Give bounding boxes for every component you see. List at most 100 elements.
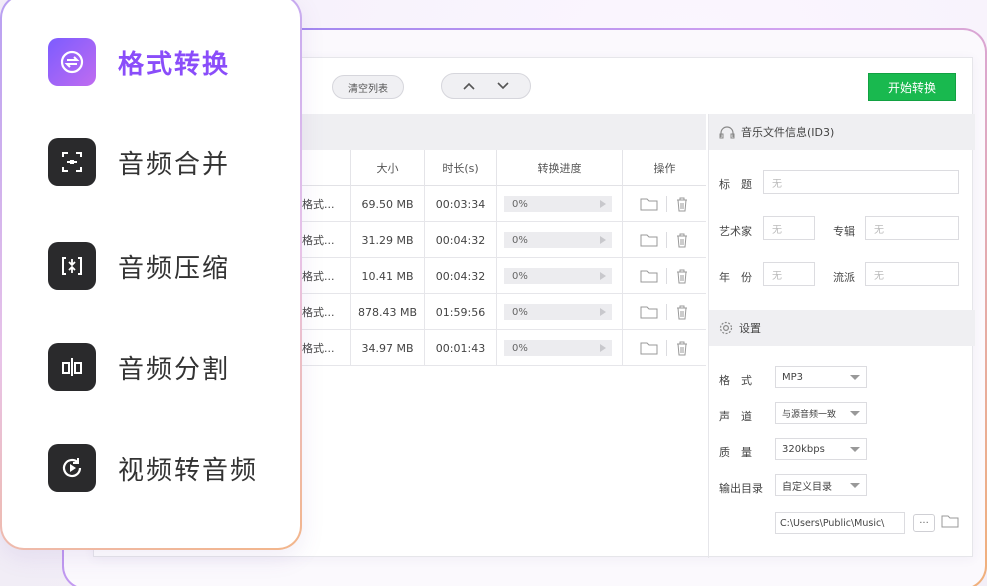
play-icon (600, 236, 606, 244)
move-buttons (441, 73, 531, 99)
menu-item-audio-compress[interactable]: 音频压缩 (48, 240, 288, 292)
channel-select[interactable]: 与源音频一致 (775, 402, 867, 424)
chevron-down-icon (850, 375, 860, 380)
progress-bar: 0% (504, 268, 612, 284)
folder-icon[interactable] (640, 233, 658, 247)
year-label: 年 份 (719, 271, 752, 284)
quality-select[interactable]: 320kbps (775, 438, 867, 460)
file-size: 34.97 MB (350, 330, 424, 366)
row-actions (622, 186, 706, 222)
row-actions (622, 258, 706, 294)
folder-icon[interactable] (640, 341, 658, 355)
progress-bar: 0% (504, 304, 612, 320)
folder-icon[interactable] (640, 197, 658, 211)
id3-title: 音乐文件信息(ID3) (741, 126, 835, 139)
settings-title: 设置 (739, 322, 761, 335)
divider (666, 340, 667, 356)
trash-icon[interactable] (675, 340, 689, 356)
divider (666, 232, 667, 248)
format-select[interactable]: MP3 (775, 366, 867, 388)
file-size: 31.29 MB (350, 222, 424, 258)
chevron-down-icon (850, 447, 860, 452)
output-label: 输出目录 (719, 482, 763, 495)
audio-merge-icon (48, 138, 96, 186)
chevron-down-icon (497, 82, 509, 90)
progress-text: 0% (512, 306, 528, 318)
artist-label: 艺术家 (719, 225, 752, 238)
video-to-audio-icon (48, 444, 96, 492)
feature-menu: 格式转换 音频合并 音频压缩 音频分割 视频转音频 (0, 0, 302, 550)
trash-icon[interactable] (675, 304, 689, 320)
output-path-input[interactable]: C:\Users\Public\Music\ (775, 512, 905, 534)
play-icon (600, 344, 606, 352)
trash-icon[interactable] (675, 232, 689, 248)
year-input[interactable]: 无 (763, 262, 815, 286)
folder-icon[interactable] (640, 269, 658, 283)
menu-label: 音频合并 (118, 149, 231, 180)
album-input[interactable]: 无 (865, 216, 959, 240)
file-duration: 00:04:32 (424, 258, 496, 294)
format-label: 格 式 (719, 374, 752, 387)
menu-item-video-to-audio[interactable]: 视频转音频 (48, 442, 288, 494)
trash-icon[interactable] (675, 268, 689, 284)
divider (666, 196, 667, 212)
quality-value: 320kbps (782, 443, 825, 455)
progress-text: 0% (512, 270, 528, 282)
headphones-icon (719, 126, 735, 139)
start-convert-button[interactable]: 开始转换 (868, 73, 956, 101)
album-label: 专辑 (833, 225, 855, 238)
file-duration: 01:59:56 (424, 294, 496, 330)
menu-item-audio-split[interactable]: 音频分割 (48, 341, 288, 393)
row-actions (622, 294, 706, 330)
chevron-up-icon (463, 82, 475, 90)
play-icon (600, 272, 606, 280)
col-duration: 时长(s) (424, 150, 496, 186)
file-size: 878.43 MB (350, 294, 424, 330)
folder-icon[interactable] (941, 514, 959, 528)
file-duration: 00:03:34 (424, 186, 496, 222)
chevron-down-icon (850, 411, 860, 416)
audio-compress-icon (48, 242, 96, 290)
menu-label: 格式转换 (118, 49, 231, 80)
divider (666, 268, 667, 284)
play-icon (600, 200, 606, 208)
menu-item-audio-merge[interactable]: 音频合并 (48, 136, 288, 188)
channel-value: 与源音频一致 (782, 409, 837, 420)
file-duration: 00:04:32 (424, 222, 496, 258)
title-label: 标 题 (719, 178, 752, 191)
progress-text: 0% (512, 342, 528, 354)
artist-input[interactable]: 无 (763, 216, 815, 240)
progress-bar: 0% (504, 196, 612, 212)
settings-header: 设置 (709, 310, 975, 346)
info-panel: 音乐文件信息(ID3) 标 题 无 艺术家 无 专辑 无 年 份 无 流派 无 … (708, 114, 975, 558)
row-actions (622, 222, 706, 258)
id3-header: 音乐文件信息(ID3) (709, 114, 975, 150)
quality-label: 质 量 (719, 446, 752, 459)
file-size: 69.50 MB (350, 186, 424, 222)
file-duration: 00:01:43 (424, 330, 496, 366)
menu-item-format-convert[interactable]: 格式转换 (48, 36, 288, 88)
progress-text: 0% (512, 234, 528, 246)
folder-icon[interactable] (640, 305, 658, 319)
play-icon (600, 308, 606, 316)
move-down-button[interactable] (492, 75, 514, 97)
audio-split-icon (48, 343, 96, 391)
file-size: 10.41 MB (350, 258, 424, 294)
col-progress: 转换进度 (496, 150, 622, 186)
progress-text: 0% (512, 198, 528, 210)
channel-label: 声 道 (719, 410, 752, 423)
output-select[interactable]: 自定义目录 (775, 474, 867, 496)
browse-button[interactable]: ··· (913, 514, 935, 532)
clear-list-button[interactable]: 清空列表 (332, 75, 404, 99)
title-input[interactable]: 无 (763, 170, 959, 194)
move-up-button[interactable] (458, 75, 480, 97)
menu-label: 音频分割 (118, 354, 231, 385)
genre-input[interactable]: 无 (865, 262, 959, 286)
menu-label: 视频转音频 (118, 455, 259, 486)
genre-label: 流派 (833, 271, 855, 284)
progress-bar: 0% (504, 340, 612, 356)
format-convert-icon (48, 38, 96, 86)
trash-icon[interactable] (675, 196, 689, 212)
gear-icon (719, 321, 733, 335)
chevron-down-icon (850, 483, 860, 488)
